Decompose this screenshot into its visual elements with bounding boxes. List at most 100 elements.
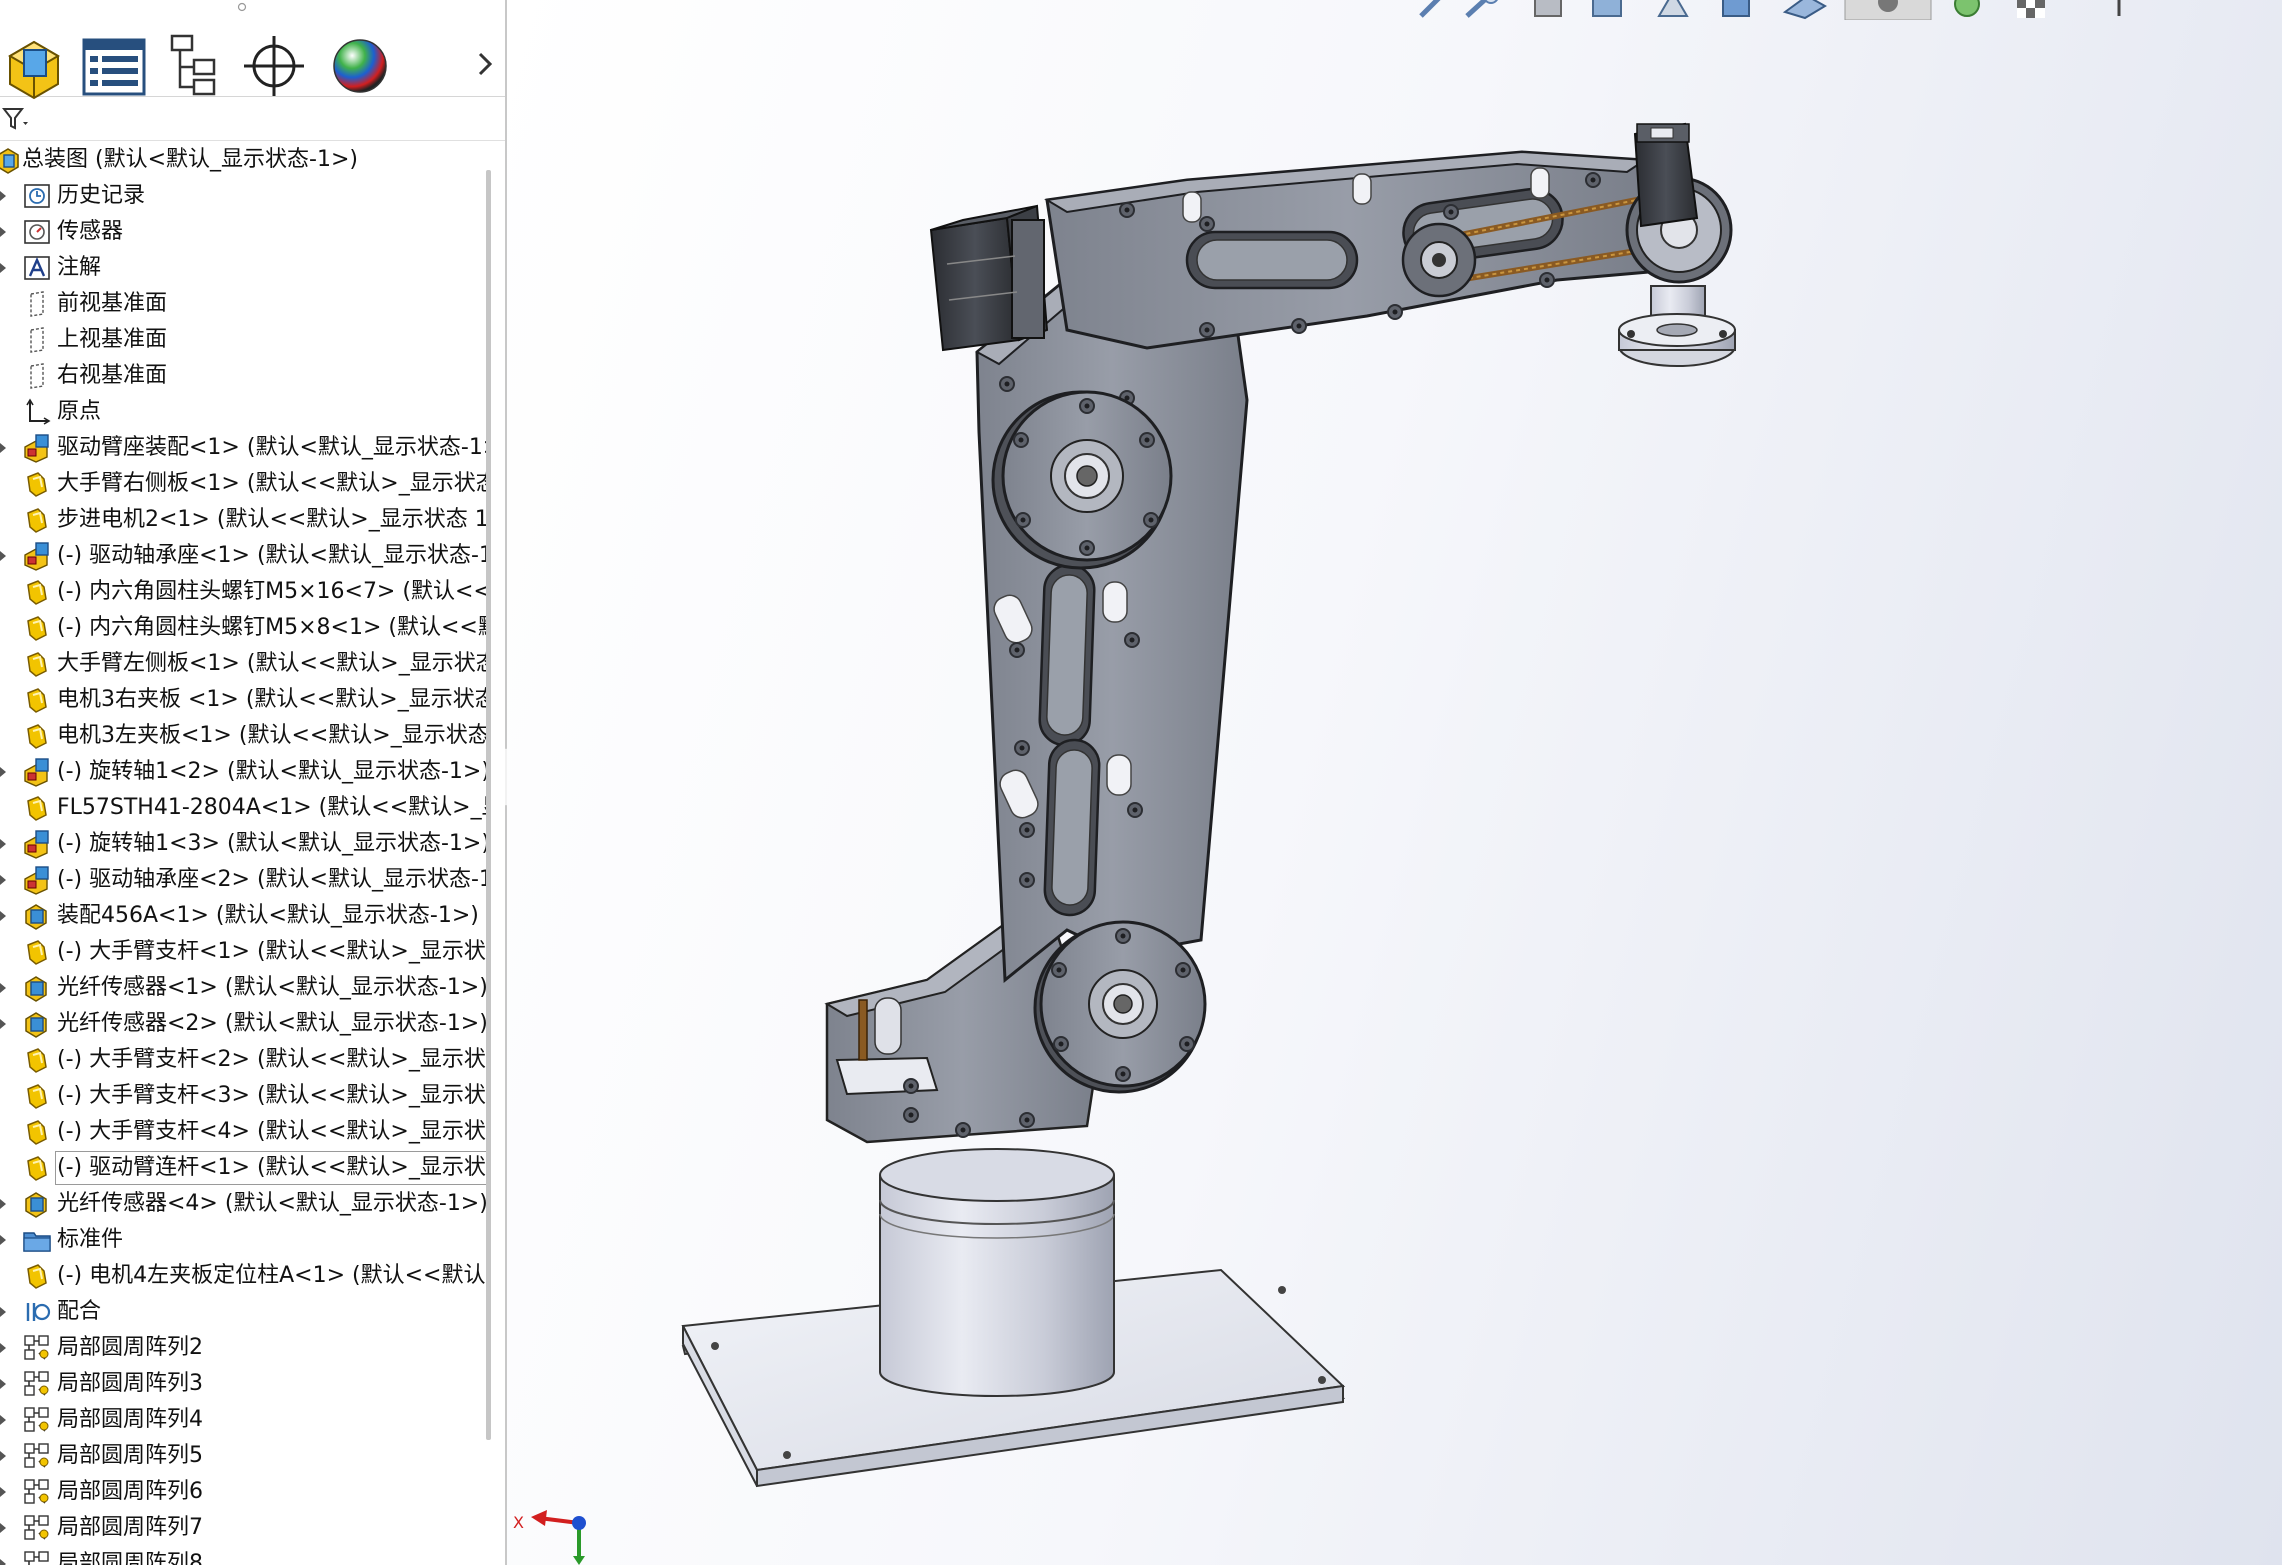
shoulder-joint[interactable] (1033, 920, 1207, 1094)
expand-arrow-icon[interactable] (0, 911, 6, 921)
tree-item[interactable]: 配合 (0, 1294, 480, 1330)
tree-item-label: (-) 大手臂支杆<1> (默认<<默认>_显示状态 (57, 939, 490, 964)
part-icon (27, 508, 47, 533)
tree-item[interactable]: (-) 大手臂支杆<1> (默认<<默认>_显示状态 (0, 934, 490, 970)
tree-item[interactable]: 历史记录 (0, 178, 480, 214)
tree-item[interactable]: 上视基准面 (0, 322, 480, 358)
expand-arrow-icon[interactable] (0, 1415, 6, 1425)
tree-item[interactable]: 局部圆周阵列4 (0, 1402, 480, 1438)
stepper-motor-2[interactable] (929, 204, 1049, 352)
tree-item[interactable]: (-) 内六角圆柱头螺钉M5×8<1> (默认<<默认 (0, 610, 490, 646)
filter-icon[interactable] (2, 104, 32, 134)
tree-item[interactable]: 局部圆周阵列5 (0, 1438, 480, 1474)
featuremanager-tab-icon[interactable] (0, 26, 80, 102)
tree-item[interactable]: 步进电机2<1> (默认<<默认>_显示状态 1>) (0, 502, 490, 538)
tree-item-label: (-) 内六角圆柱头螺钉M5×16<7> (默认<<默 (57, 579, 490, 604)
history-icon (24, 184, 50, 208)
tree-item[interactable]: 标准件 (0, 1222, 480, 1258)
expand-arrow-icon[interactable] (0, 443, 6, 453)
graphics-area[interactable]: X (507, 0, 2282, 1565)
mates-icon (26, 1303, 51, 1321)
tree-item[interactable]: 装配456A<1> (默认<默认_显示状态-1>) (0, 898, 480, 934)
more-tabs-chevron-icon[interactable] (473, 44, 497, 84)
plane-icon (30, 327, 44, 353)
wrist-assembly[interactable] (1618, 122, 1736, 367)
tree-item[interactable]: (-) 大手臂支杆<3> (默认<<默认>_显示状态 (0, 1078, 490, 1114)
tree-item[interactable]: (-) 驱动轴承座<2> (默认<默认_显示状态-1> (0, 862, 490, 898)
expand-arrow-icon[interactable] (0, 875, 6, 885)
expand-arrow-icon[interactable] (0, 767, 6, 777)
tree-item-label: 大手臂右侧板<1> (默认<<默认>_显示状态 1 (57, 471, 490, 496)
display-manager-tab-icon[interactable] (320, 26, 400, 102)
tree-item-label: 注解 (57, 255, 102, 280)
tree-item[interactable]: 原点 (0, 394, 480, 430)
expand-arrow-icon[interactable] (0, 1343, 6, 1353)
tree-item-label: 步进电机2<1> (默认<<默认>_显示状态 1>) (57, 507, 490, 532)
tree-item[interactable]: FL57STH41-2804A<1> (默认<<默认>_显示 (0, 790, 490, 826)
tree-item-label: (-) 驱动臂连杆<1> (默认<<默认>_显示状态 (55, 1151, 490, 1185)
tree-item[interactable]: 传感器 (0, 214, 480, 250)
tree-item[interactable]: 光纤传感器<4> (默认<默认_显示状态-1>) (0, 1186, 488, 1222)
tree-item-label: 光纤传感器<2> (默认<默认_显示状态-1>) (57, 1011, 488, 1036)
tree-item[interactable]: 电机3右夹板 <1> (默认<<默认>_显示状态 1 (0, 682, 490, 718)
expand-arrow-icon[interactable] (0, 1199, 6, 1209)
annotation-icon (24, 256, 50, 280)
tree-item[interactable]: 光纤传感器<2> (默认<默认_显示状态-1>) (0, 1006, 488, 1042)
tree-item[interactable]: 大手臂左侧板<1> (默认<<默认>_显示状态 1 (0, 646, 490, 682)
tree-item[interactable]: (-) 驱动臂连杆<1> (默认<<默认>_显示状态 (0, 1150, 490, 1186)
tree-item[interactable]: (-) 内六角圆柱头螺钉M5×16<7> (默认<<默 (0, 574, 490, 610)
tree-item[interactable]: 局部圆周阵列3 (0, 1366, 480, 1402)
expand-arrow-icon[interactable] (0, 1235, 6, 1245)
tree-item[interactable]: (-) 大手臂支杆<2> (默认<<默认>_显示状态 (0, 1042, 490, 1078)
base-cylinder[interactable] (879, 1148, 1115, 1397)
tree-item-label: 局部圆周阵列8 (57, 1551, 203, 1565)
tree-item[interactable]: (-) 电机4左夹板定位柱A<1> (默认<<默认>_ (0, 1258, 490, 1294)
expand-arrow-icon[interactable] (0, 551, 6, 561)
tree-item[interactable]: (-) 驱动轴承座<1> (默认<默认_显示状态-1> (0, 538, 490, 574)
tree-item[interactable]: 局部圆周阵列6 (0, 1474, 480, 1510)
expand-arrow-icon[interactable] (0, 1379, 6, 1389)
tree-item-label: (-) 内六角圆柱头螺钉M5×8<1> (默认<<默认 (57, 615, 490, 640)
forearm-link[interactable] (1044, 150, 1668, 350)
propertymanager-tab-icon[interactable] (76, 26, 156, 102)
expand-arrow-icon[interactable] (0, 839, 6, 849)
tree-item[interactable]: (-) 旋转轴1<2> (默认<默认_显示状态-1>) (0, 754, 490, 790)
expand-arrow-icon[interactable] (0, 191, 6, 201)
expand-arrow-icon[interactable] (0, 1487, 6, 1497)
expand-arrow-icon[interactable] (0, 1523, 6, 1533)
expand-arrow-icon[interactable] (0, 983, 6, 993)
configurationmanager-tab-icon[interactable] (154, 26, 234, 102)
tree-item[interactable]: 大手臂右侧板<1> (默认<<默认>_显示状态 1 (0, 466, 490, 502)
dimxpert-tab-icon[interactable] (234, 26, 314, 102)
tree-item[interactable]: 光纤传感器<1> (默认<默认_显示状态-1>) (0, 970, 488, 1006)
tree-item[interactable]: 前视基准面 (0, 286, 480, 322)
part-icon (27, 616, 47, 641)
expand-arrow-icon[interactable] (0, 227, 6, 237)
robot-arm-model[interactable]: X (507, 0, 2282, 1565)
tree-item[interactable]: 电机3左夹板<1> (默认<<默认>_显示状态 1 (0, 718, 490, 754)
tree-item-label: FL57STH41-2804A<1> (默认<<默认>_显示 (57, 795, 490, 820)
expand-arrow-icon[interactable] (0, 1451, 6, 1461)
tree-item[interactable]: 注解 (0, 250, 480, 286)
elbow-joint[interactable] (991, 390, 1173, 570)
tree-item-label: (-) 驱动轴承座<2> (默认<默认_显示状态-1> (57, 867, 490, 892)
part-icon (27, 652, 47, 677)
tree-item[interactable]: 局部圆周阵列2 (0, 1330, 480, 1366)
tree-item-label: 局部圆周阵列6 (57, 1479, 203, 1504)
tree-item[interactable]: 总装图 (默认<默认_显示状态-1>) (0, 142, 480, 178)
subassembly-icon (24, 542, 49, 571)
tree-scrollbar[interactable] (486, 170, 491, 1440)
expand-arrow-icon[interactable] (0, 1559, 6, 1565)
tree-item[interactable]: 驱动臂座装配<1> (默认<默认_显示状态-1>) (0, 430, 490, 466)
tree-item[interactable]: (-) 旋转轴1<3> (默认<默认_显示状态-1>) (0, 826, 490, 862)
part-icon (27, 796, 47, 821)
tree-item[interactable]: 局部圆周阵列7 (0, 1510, 480, 1546)
tree-item[interactable]: (-) 大手臂支杆<4> (默认<<默认>_显示状态 (0, 1114, 490, 1150)
expand-arrow-icon[interactable] (0, 263, 6, 273)
tree-item-label: (-) 旋转轴1<2> (默认<默认_显示状态-1>) (57, 759, 490, 784)
tree-item-label: 前视基准面 (57, 291, 168, 316)
tree-item[interactable]: 右视基准面 (0, 358, 480, 394)
expand-arrow-icon[interactable] (0, 1307, 6, 1317)
expand-arrow-icon[interactable] (0, 1019, 6, 1029)
tree-item[interactable]: 局部圆周阵列8 (0, 1546, 480, 1565)
